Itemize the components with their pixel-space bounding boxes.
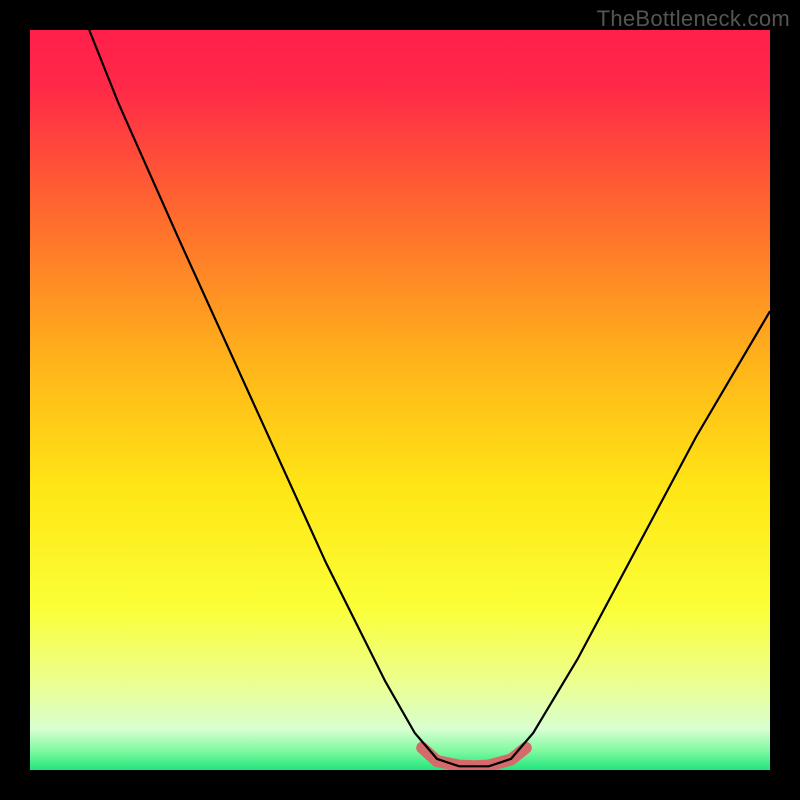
chart-canvas: [0, 0, 800, 800]
watermark-text: TheBottleneck.com: [597, 6, 790, 32]
plot-background: [30, 30, 770, 770]
chart-frame: TheBottleneck.com: [0, 0, 800, 800]
